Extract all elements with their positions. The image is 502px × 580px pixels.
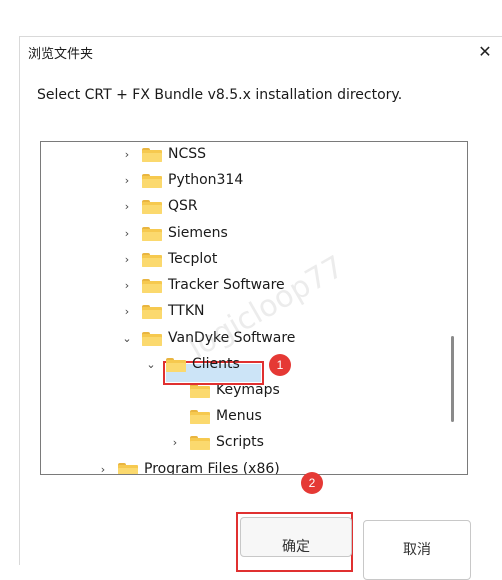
folder-icon	[190, 436, 210, 450]
tree-item-label: Program Files (x86)	[144, 461, 280, 475]
expand-chevron-icon[interactable]: ›	[121, 305, 133, 319]
folder-icon	[142, 200, 162, 214]
tree-item-label: Tracker Software	[168, 277, 285, 293]
expand-chevron-icon[interactable]: ›	[97, 463, 109, 474]
tree-item-scripts[interactable]: › Scripts	[41, 431, 467, 455]
dialog-title: 浏览文件夹	[28, 47, 94, 62]
tree-item-label: Tecplot	[168, 251, 218, 267]
tree-item-qsr[interactable]: › QSR	[41, 195, 467, 219]
tree-item-menus[interactable]: Menus	[41, 405, 467, 429]
ok-button-label: 确定	[282, 539, 310, 555]
folder-tree[interactable]: › NCSS › Python314 › QSR › Siemens › Tec…	[40, 141, 468, 475]
collapse-chevron-icon[interactable]: ⌄	[145, 358, 157, 372]
tree-item-label: Clients	[192, 356, 240, 372]
tree-item-siemens[interactable]: › Siemens	[41, 222, 467, 246]
tree-item-label: Menus	[216, 408, 262, 424]
folder-icon	[118, 463, 138, 474]
expand-chevron-icon[interactable]: ›	[121, 200, 133, 214]
tree-item-tracker-software[interactable]: › Tracker Software	[41, 274, 467, 298]
annotation-badge-2: 2	[301, 472, 323, 494]
expand-chevron-icon[interactable]: ›	[121, 148, 133, 162]
folder-icon	[190, 410, 210, 424]
tree-item-label: Python314	[168, 172, 244, 188]
tree-item-label: Siemens	[168, 225, 228, 241]
folder-icon	[190, 384, 210, 398]
collapse-chevron-icon[interactable]: ⌄	[121, 332, 133, 346]
tree-item-label: QSR	[168, 198, 198, 214]
tree-item-label: VanDyke Software	[168, 330, 296, 346]
expand-chevron-icon[interactable]: ›	[169, 436, 181, 450]
expand-chevron-icon[interactable]: ›	[121, 253, 133, 267]
tree-item-vandyke-software[interactable]: ⌄ VanDyke Software	[41, 327, 467, 351]
tree-item-tecplot[interactable]: › Tecplot	[41, 248, 467, 272]
close-icon[interactable]: ✕	[474, 41, 496, 63]
tree-item-python314[interactable]: › Python314	[41, 169, 467, 193]
cancel-button[interactable]: 取消	[363, 520, 471, 580]
folder-icon	[142, 253, 162, 267]
folder-icon	[142, 227, 162, 241]
tree-item-ncss[interactable]: › NCSS	[41, 143, 467, 167]
folder-icon	[142, 279, 162, 293]
tree-item-ttkn[interactable]: › TTKN	[41, 300, 467, 324]
folder-icon	[142, 148, 162, 162]
vertical-scrollbar[interactable]	[451, 336, 454, 422]
dialog-description: Select CRT + FX Bundle v8.5.x installati…	[37, 87, 403, 103]
ok-button[interactable]: 确定	[240, 517, 352, 557]
folder-icon	[142, 174, 162, 188]
expand-chevron-icon[interactable]: ›	[121, 174, 133, 188]
title-bar: 浏览文件夹 ✕	[20, 37, 502, 67]
cancel-button-label: 取消	[403, 542, 431, 558]
tree-item-label: NCSS	[168, 146, 207, 162]
tree-item-program-files-x86[interactable]: › Program Files (x86)	[41, 458, 467, 475]
tree-item-label: Scripts	[216, 434, 264, 450]
folder-icon	[142, 332, 162, 346]
annotation-badge-1: 1	[269, 354, 291, 376]
expand-chevron-icon[interactable]: ›	[121, 279, 133, 293]
expand-chevron-icon[interactable]: ›	[121, 227, 133, 241]
tree-item-label: TTKN	[168, 303, 205, 319]
folder-icon	[166, 358, 186, 372]
folder-icon	[142, 305, 162, 319]
